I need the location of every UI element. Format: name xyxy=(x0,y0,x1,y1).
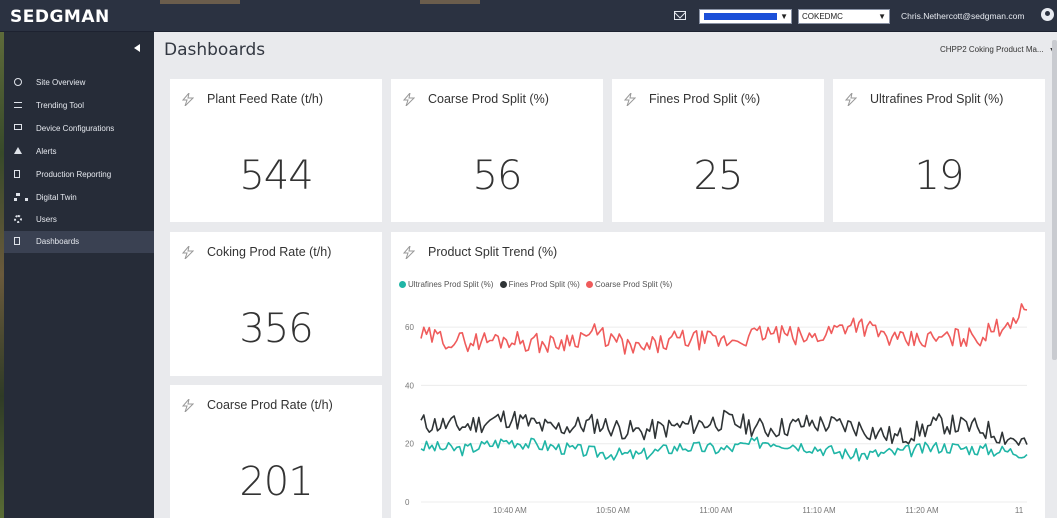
sidebar: Site Overview Trending Tool Device Confi… xyxy=(4,32,154,518)
series-line xyxy=(420,303,1028,355)
sidebar-item-device-configurations[interactable]: Device Configurations xyxy=(4,118,154,140)
sidebar-item-dashboards[interactable]: Dashboards xyxy=(4,231,154,253)
trend-chart[interactable]: 0 20 40 60 10:40 AM 10:50 AM 11:00 AM 11:10 AM 1… xyxy=(391,232,1045,518)
card-title: Ultrafines Prod Split (%) xyxy=(870,92,1004,106)
main-content: Dashboards CHPP2 Coking Product Ma... ▼ … xyxy=(154,32,1057,518)
series-line xyxy=(420,436,1028,462)
card-title: Fines Prod Split (%) xyxy=(649,92,761,106)
redacted-value xyxy=(704,13,777,20)
page-title: Dashboards xyxy=(164,40,266,60)
lightning-icon xyxy=(624,93,636,106)
y-tick-label: 60 xyxy=(405,323,414,332)
lightning-icon xyxy=(403,93,415,106)
company-select-value: COKEDMC xyxy=(802,12,843,21)
trend-chart-card[interactable]: Product Split Trend (%) Ultrafines Prod … xyxy=(391,232,1045,518)
card-value: 19 xyxy=(914,153,965,199)
lightning-icon xyxy=(182,399,194,412)
dashboard-select-value: CHPP2 Coking Product Ma... xyxy=(940,45,1044,54)
sidebar-item-label: Site Overview xyxy=(36,78,86,87)
document-icon xyxy=(14,170,20,178)
card-value: 56 xyxy=(472,153,523,199)
sidebar-item-label: Users xyxy=(36,215,57,224)
card-value: 544 xyxy=(239,153,313,199)
sedgman-logo[interactable]: SEDGMAN xyxy=(10,7,110,27)
card-title: Plant Feed Rate (t/h) xyxy=(207,92,324,106)
card-title: Coarse Prod Split (%) xyxy=(428,92,549,106)
mail-icon[interactable] xyxy=(674,11,686,20)
sidebar-item-label: Dashboards xyxy=(36,237,80,246)
sidebar-item-alerts[interactable]: Alerts xyxy=(4,141,154,163)
kpi-card-plant-feed-rate[interactable]: Plant Feed Rate (t/h) 544 xyxy=(170,79,382,222)
sidebar-item-users[interactable]: Users xyxy=(4,209,154,231)
sidebar-item-label: Alerts xyxy=(36,147,57,156)
x-tick-label: 11 xyxy=(1015,506,1024,515)
kpi-card-fines-prod-split[interactable]: Fines Prod Split (%) 25 xyxy=(612,79,824,222)
sidebar-item-label: Production Reporting xyxy=(36,170,112,179)
list-icon xyxy=(14,102,22,108)
kpi-card-coarse-prod-rate[interactable]: Coarse Prod Rate (t/h) 201 xyxy=(170,385,382,518)
sidebar-item-production-reporting[interactable]: Production Reporting xyxy=(4,164,154,186)
x-tick-label: 10:50 AM xyxy=(596,506,630,515)
gear-icon xyxy=(14,215,22,223)
scrollbar[interactable] xyxy=(1052,40,1057,360)
x-tick-label: 10:40 AM xyxy=(493,506,527,515)
lightning-icon xyxy=(845,93,857,106)
company-select[interactable]: COKEDMC ▼ xyxy=(798,9,890,24)
warning-icon xyxy=(14,147,22,154)
x-tick-label: 11:20 AM xyxy=(905,506,939,515)
sidebar-item-trending-tool[interactable]: Trending Tool xyxy=(4,95,154,117)
sidebar-item-label: Device Configurations xyxy=(36,124,115,133)
document-icon xyxy=(14,237,20,245)
sidebar-item-label: Trending Tool xyxy=(36,101,85,110)
card-title: Coking Prod Rate (t/h) xyxy=(207,245,332,259)
circle-icon xyxy=(14,78,22,86)
y-tick-label: 0 xyxy=(405,498,410,507)
y-tick-label: 20 xyxy=(405,440,414,449)
card-value: 25 xyxy=(693,153,744,199)
dashboard-select[interactable]: CHPP2 Coking Product Ma... ▼ xyxy=(940,45,1056,54)
chevron-down-icon: ▼ xyxy=(878,12,886,21)
lightning-icon xyxy=(182,246,194,259)
card-title: Coarse Prod Rate (t/h) xyxy=(207,398,333,412)
kpi-card-coarse-prod-split[interactable]: Coarse Prod Split (%) 56 xyxy=(391,79,603,222)
user-email[interactable]: Chris.Nethercott@sedgman.com xyxy=(901,11,1024,21)
lightning-icon xyxy=(182,93,194,106)
sidebar-item-site-overview[interactable]: Site Overview xyxy=(4,72,154,94)
monitor-icon xyxy=(14,124,22,130)
kpi-card-ultrafines-prod-split[interactable]: Ultrafines Prod Split (%) 19 xyxy=(833,79,1045,222)
chevron-down-icon: ▼ xyxy=(780,12,788,21)
top-bar: SEDGMAN ▼ COKEDMC ▼ Chris.Nethercott@sed… xyxy=(0,0,1057,32)
site-select[interactable]: ▼ xyxy=(699,9,792,24)
card-value: 356 xyxy=(239,306,313,352)
user-icon[interactable] xyxy=(1041,8,1054,21)
card-value: 201 xyxy=(239,459,313,505)
header-image-strip xyxy=(420,0,480,4)
hierarchy-icon xyxy=(14,193,28,201)
header-image-strip xyxy=(160,0,240,4)
collapse-sidebar-icon[interactable] xyxy=(134,44,140,52)
kpi-card-coking-prod-rate[interactable]: Coking Prod Rate (t/h) 356 xyxy=(170,232,382,376)
x-tick-label: 11:10 AM xyxy=(802,506,836,515)
y-tick-label: 40 xyxy=(405,381,414,390)
x-tick-label: 11:00 AM xyxy=(699,506,733,515)
sidebar-item-digital-twin[interactable]: Digital Twin xyxy=(4,187,154,209)
sidebar-item-label: Digital Twin xyxy=(36,193,77,202)
